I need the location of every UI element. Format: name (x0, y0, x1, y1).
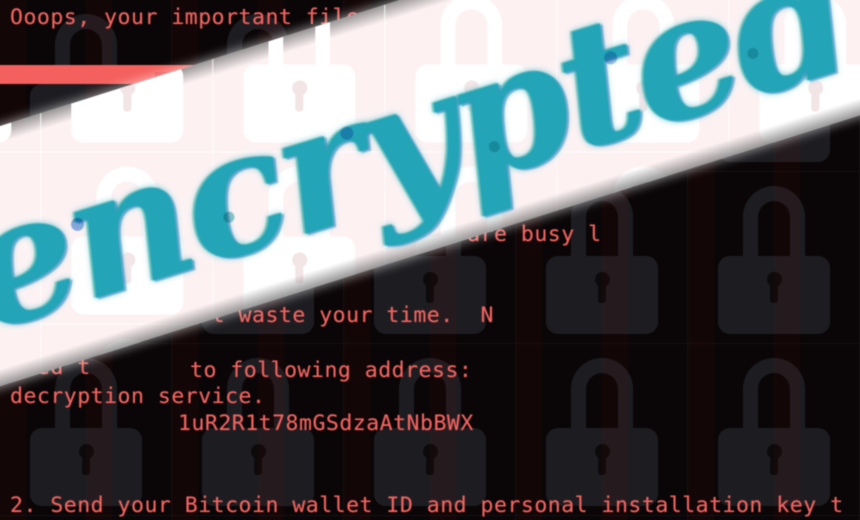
note-paragraph-2: We guarantee t need t (10, 219, 198, 435)
headline-text: Ooops, your important files are encrypte… (10, 5, 575, 30)
note-line: We guarantee t (10, 274, 199, 299)
step-two-text: 2. Send your Bitcoin wallet ID and perso… (10, 493, 844, 518)
ransomware-screen: Ooops, your important files are encrypte… (0, 0, 860, 520)
bitcoin-address-text: 1uR2R1t78mGSdzaAtNbBWX (178, 411, 474, 436)
note-line: need t (10, 355, 91, 380)
address-intro-text: to following address: (190, 358, 473, 383)
red-divider-bar (0, 65, 860, 84)
note-line: If you see this text, then your files ar… (10, 141, 696, 166)
